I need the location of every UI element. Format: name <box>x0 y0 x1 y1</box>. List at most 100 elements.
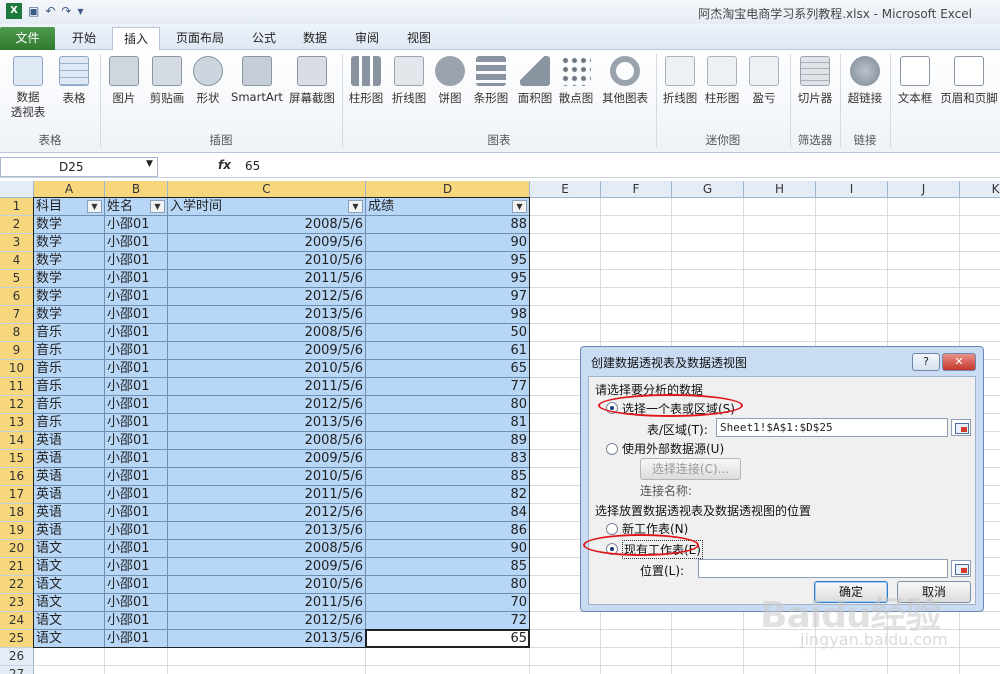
other-charts-button[interactable]: 其他图表 <box>598 54 652 106</box>
table-cell[interactable]: 89 <box>366 432 530 450</box>
table-cell[interactable]: 小邵01 <box>105 468 168 486</box>
grid-cell[interactable] <box>816 252 888 270</box>
table-cell[interactable]: 语文 <box>34 576 105 594</box>
table-cell[interactable]: 2009/5/6 <box>168 234 366 252</box>
table-cell[interactable]: 小邵01 <box>105 234 168 252</box>
grid-cell[interactable] <box>960 198 1000 216</box>
table-cell[interactable]: 80 <box>366 396 530 414</box>
tab-file[interactable]: 文件 <box>0 27 55 50</box>
table-cell[interactable]: 84 <box>366 504 530 522</box>
table-cell[interactable]: 2010/5/6 <box>168 252 366 270</box>
table-cell[interactable]: 小邵01 <box>105 414 168 432</box>
table-cell[interactable]: 2010/5/6 <box>168 468 366 486</box>
table-cell[interactable]: 音乐 <box>34 396 105 414</box>
grid-cell[interactable] <box>744 198 816 216</box>
table-cell[interactable]: 数学 <box>34 270 105 288</box>
table-cell[interactable]: 2011/5/6 <box>168 270 366 288</box>
sparkline-column-button[interactable]: 柱形图 <box>702 54 742 106</box>
grid-cell[interactable] <box>960 648 1000 666</box>
table-button[interactable]: 表格 <box>54 54 94 106</box>
grid-cell[interactable] <box>601 252 672 270</box>
grid-cell[interactable] <box>168 666 366 674</box>
grid-cell[interactable] <box>601 324 672 342</box>
filter-dropdown-icon[interactable]: ▼ <box>512 200 527 213</box>
table-cell[interactable]: 2013/5/6 <box>168 522 366 540</box>
table-cell[interactable]: 语文 <box>34 540 105 558</box>
table-cell[interactable]: 2013/5/6 <box>168 630 366 648</box>
table-header-cell[interactable]: 姓名 ▼ <box>105 198 168 216</box>
grid-cell[interactable] <box>888 252 960 270</box>
column-header[interactable]: C <box>168 181 366 198</box>
tab-review[interactable]: 审阅 <box>343 27 391 50</box>
grid-cell[interactable] <box>960 252 1000 270</box>
pie-chart-button[interactable]: 饼图 <box>432 54 468 106</box>
row-header[interactable]: 19 <box>0 522 34 540</box>
grid-cell[interactable] <box>672 234 744 252</box>
table-cell[interactable]: 83 <box>366 450 530 468</box>
table-cell[interactable]: 85 <box>366 468 530 486</box>
grid-cell[interactable] <box>601 306 672 324</box>
grid-cell[interactable] <box>672 666 744 674</box>
table-cell[interactable]: 数学 <box>34 288 105 306</box>
table-cell[interactable]: 81 <box>366 414 530 432</box>
table-cell[interactable]: 小邵01 <box>105 342 168 360</box>
table-cell[interactable]: 2011/5/6 <box>168 594 366 612</box>
table-cell[interactable]: 小邵01 <box>105 216 168 234</box>
grid-cell[interactable] <box>816 324 888 342</box>
row-header[interactable]: 15 <box>0 450 34 468</box>
grid-cell[interactable] <box>744 252 816 270</box>
table-cell[interactable]: 音乐 <box>34 360 105 378</box>
grid-cell[interactable] <box>105 666 168 674</box>
table-cell[interactable]: 2008/5/6 <box>168 432 366 450</box>
table-cell[interactable]: 数学 <box>34 234 105 252</box>
undo-icon[interactable]: ↶ <box>45 3 55 19</box>
table-cell[interactable]: 音乐 <box>34 342 105 360</box>
row-header[interactable]: 10 <box>0 360 34 378</box>
table-header-cell[interactable]: 成绩 ▼ <box>366 198 530 216</box>
row-header[interactable]: 6 <box>0 288 34 306</box>
grid-cell[interactable] <box>672 288 744 306</box>
table-cell[interactable]: 小邵01 <box>105 558 168 576</box>
table-cell[interactable]: 2011/5/6 <box>168 486 366 504</box>
table-cell[interactable]: 2012/5/6 <box>168 612 366 630</box>
table-cell[interactable]: 2010/5/6 <box>168 360 366 378</box>
row-header[interactable]: 21 <box>0 558 34 576</box>
row-header[interactable]: 7 <box>0 306 34 324</box>
tab-view[interactable]: 视图 <box>395 27 443 50</box>
grid-cell[interactable] <box>672 324 744 342</box>
grid-cell[interactable] <box>530 648 601 666</box>
table-cell[interactable]: 音乐 <box>34 324 105 342</box>
grid-cell[interactable] <box>960 612 1000 630</box>
hyperlink-button[interactable]: 超链接 <box>844 54 886 106</box>
grid-cell[interactable] <box>601 648 672 666</box>
grid-cell[interactable] <box>816 270 888 288</box>
grid-cell[interactable] <box>816 288 888 306</box>
row-header[interactable]: 25 <box>0 630 34 648</box>
grid-cell[interactable] <box>744 648 816 666</box>
table-cell[interactable]: 数学 <box>34 306 105 324</box>
grid-cell[interactable] <box>530 252 601 270</box>
grid-cell[interactable] <box>960 630 1000 648</box>
grid-cell[interactable] <box>816 306 888 324</box>
name-box-dropdown-icon[interactable]: ▼ <box>146 159 153 169</box>
grid-cell[interactable] <box>530 216 601 234</box>
table-header-cell[interactable]: 入学时间 ▼ <box>168 198 366 216</box>
grid-cell[interactable] <box>366 666 530 674</box>
table-cell[interactable]: 数学 <box>34 252 105 270</box>
column-header[interactable]: G <box>672 181 744 198</box>
tab-home[interactable]: 开始 <box>58 27 110 50</box>
close-button[interactable]: ✕ <box>942 353 976 371</box>
column-header[interactable]: E <box>530 181 601 198</box>
table-cell[interactable]: 英语 <box>34 432 105 450</box>
table-cell[interactable]: 数学 <box>34 216 105 234</box>
grid-cell[interactable] <box>601 630 672 648</box>
table-cell[interactable]: 小邵01 <box>105 252 168 270</box>
row-header[interactable]: 20 <box>0 540 34 558</box>
tab-data[interactable]: 数据 <box>291 27 339 50</box>
grid-cell[interactable] <box>530 612 601 630</box>
table-cell[interactable]: 2008/5/6 <box>168 216 366 234</box>
grid-cell[interactable] <box>601 612 672 630</box>
bar-chart-button[interactable]: 条形图 <box>470 54 512 106</box>
table-cell[interactable]: 2013/5/6 <box>168 414 366 432</box>
grid-cell[interactable] <box>960 324 1000 342</box>
